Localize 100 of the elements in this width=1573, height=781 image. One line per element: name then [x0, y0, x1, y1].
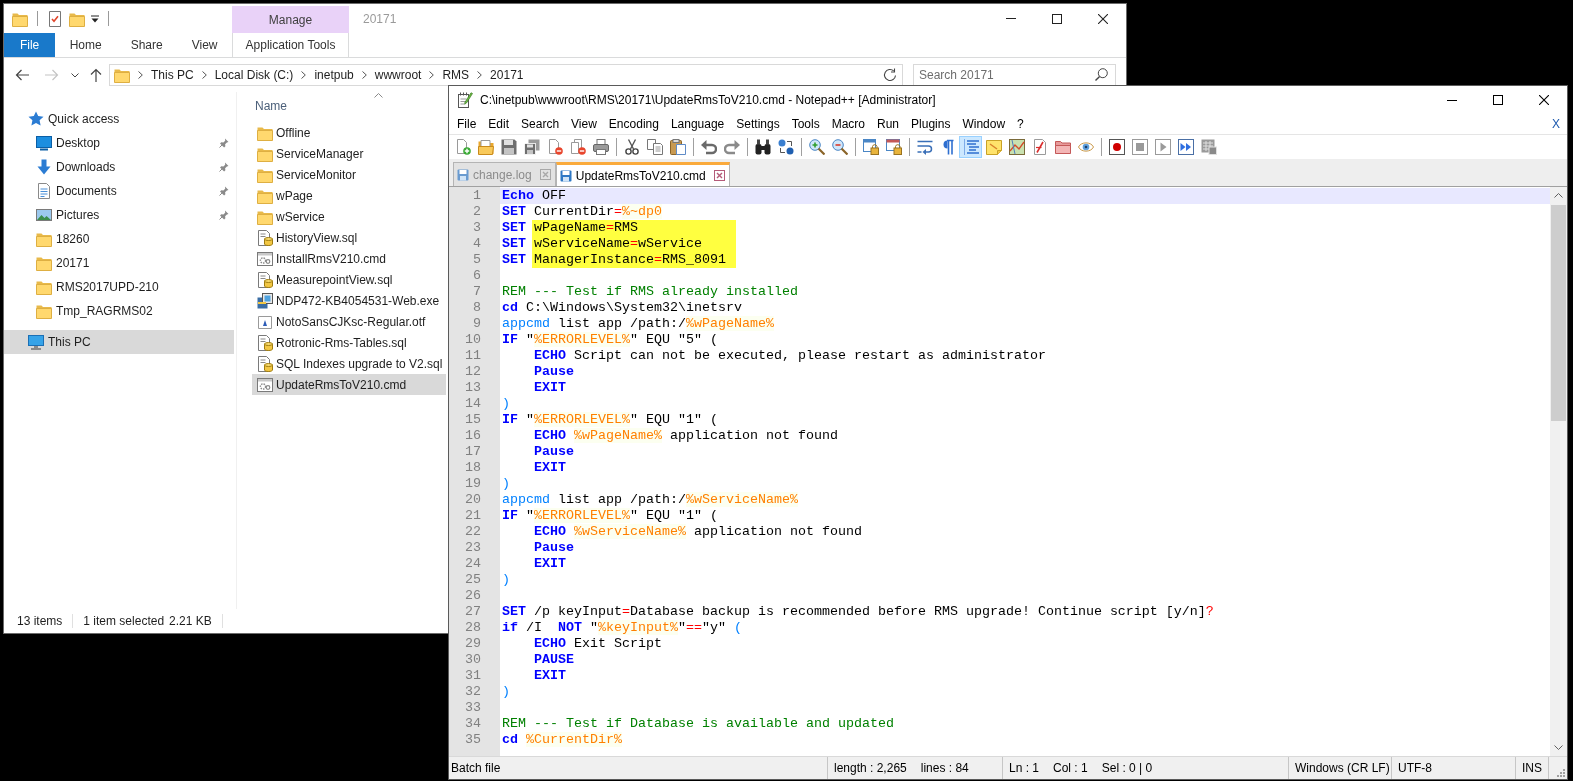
code-line: cd %CurrentDir% [502, 732, 622, 748]
sidebar-item[interactable]: Pictures [4, 203, 234, 227]
chevron-down-icon[interactable] [70, 72, 79, 78]
list-item[interactable]: ServiceMonitor [252, 164, 446, 185]
breadcrumb-item[interactable]: RMS [442, 68, 470, 82]
window-title: 20171 [363, 11, 397, 26]
menu-item[interactable]: Language [664, 114, 731, 134]
printer-icon [592, 139, 609, 155]
line-number: 34 [465, 716, 481, 732]
ribbon-tab[interactable]: File [4, 33, 56, 57]
list-item[interactable]: wService [252, 206, 446, 227]
line-number: 29 [465, 636, 481, 652]
menu-item[interactable]: Window [956, 114, 1012, 134]
breadcrumb-item[interactable]: 20171 [490, 68, 524, 82]
ribbon-tab[interactable]: Home [55, 33, 117, 57]
menu-item[interactable]: Encoding [602, 114, 665, 134]
list-item[interactable]: NotoSansCJKsc-Regular.otf [252, 311, 446, 332]
sidebar-item[interactable]: RMS2017UPD-210 [4, 275, 234, 299]
document-tab[interactable]: UpdateRmsToV210.cmd [555, 162, 730, 186]
list-item[interactable]: NDP472-KB4054531-Web.exe [252, 290, 446, 311]
menu-item[interactable]: File [451, 114, 483, 134]
line-number: 11 [465, 348, 481, 364]
close-document-button[interactable]: X [1550, 117, 1562, 131]
menu-item[interactable]: ? [1011, 114, 1030, 134]
window-lock-icon [885, 139, 902, 155]
up-arrow-icon[interactable] [89, 68, 102, 82]
chevron-right-icon[interactable] [361, 71, 367, 79]
line-number: 17 [465, 444, 481, 460]
fast-forward-icon [1177, 139, 1194, 155]
line-number: 33 [465, 700, 481, 716]
list-item[interactable]: ServiceManager [252, 143, 446, 164]
notepad-icon [457, 92, 473, 108]
chevron-right-icon[interactable] [201, 71, 207, 79]
refresh-icon[interactable] [883, 68, 897, 82]
code-line: ) [502, 396, 510, 412]
list-item[interactable]: wPage [252, 185, 446, 206]
sidebar-item[interactable]: Downloads [4, 155, 234, 179]
ribbon-tab[interactable]: View [177, 33, 232, 57]
pages-minus-icon [569, 139, 586, 155]
scrollbar-thumb[interactable] [1551, 205, 1566, 421]
menu-item[interactable]: View [565, 114, 603, 134]
chevron-right-icon[interactable] [429, 71, 435, 79]
column-header[interactable]: Name [252, 92, 446, 117]
context-group-label: Manage [232, 6, 349, 33]
ribbon-tab[interactable]: Application Tools [232, 33, 349, 57]
chevron-right-icon[interactable] [138, 71, 143, 79]
list-item[interactable]: InstallRmsV210.cmd [252, 248, 446, 269]
play-icon [1154, 139, 1171, 155]
code-line: Echo OFF [502, 188, 566, 204]
list-item[interactable]: MeasurepointView.sql [252, 269, 446, 290]
swap-arrows-icon [777, 139, 794, 155]
page-minus-icon [546, 139, 563, 155]
search-field[interactable]: Search 20171 [913, 64, 1116, 86]
chevron-right-icon[interactable] [301, 71, 307, 79]
sidebar-item[interactable]: 18260 [4, 227, 234, 251]
window-title: C:\inetpub\wwwroot\RMS\20171\UpdateRmsToV210.cmd - Notepad++ [Administrator] [480, 93, 936, 107]
list-item[interactable]: Offline [252, 122, 446, 143]
menu-item[interactable]: Run [871, 114, 906, 134]
folder-icon [114, 67, 130, 83]
code-line: EXIT [534, 460, 566, 476]
database-file-icon [257, 271, 273, 288]
menu-item[interactable]: Search [515, 114, 566, 134]
menu-item[interactable]: Settings [730, 114, 786, 134]
menu-item[interactable]: Plugins [905, 114, 957, 134]
list-item[interactable]: Rotronic-Rms-Tables.sql [252, 332, 446, 353]
dropdown-arrow-icon[interactable] [91, 14, 99, 23]
computer-icon [28, 334, 44, 350]
sidebar-item[interactable]: Tmp_RAGRMS02 [4, 299, 234, 323]
folder-icon [36, 303, 52, 319]
close-icon[interactable] [713, 170, 725, 181]
breadcrumb-item[interactable]: Local Disk (C:) [214, 68, 294, 82]
line-number: 10 [465, 332, 481, 348]
checklist-icon[interactable] [47, 10, 63, 27]
menu-item[interactable]: Macro [825, 114, 871, 134]
line-number: 18 [465, 460, 481, 476]
line-number: 9 [473, 316, 481, 332]
undo-icon [700, 139, 717, 155]
list-item[interactable]: UpdateRmsToV210.cmd [252, 374, 446, 395]
sidebar-item[interactable]: This PC [4, 330, 234, 354]
breadcrumb-item[interactable]: wwwroot [374, 68, 422, 82]
sidebar-item[interactable]: Documents [4, 179, 234, 203]
sidebar-item[interactable]: Quick access [4, 107, 234, 131]
picture-icon [36, 207, 52, 223]
sidebar-item[interactable]: Desktop [4, 131, 234, 155]
code-line: if /I NOT "%keyInput%"=="y" ( [502, 620, 742, 636]
status-text: Ln : 1 [1009, 761, 1040, 775]
back-arrow-icon[interactable] [15, 69, 29, 81]
chevron-right-icon[interactable] [477, 71, 483, 79]
gear-window-icon [257, 376, 273, 393]
list-item[interactable]: SQL Indexes upgrade to V2.sql [252, 353, 446, 374]
ribbon-tab[interactable]: Share [116, 33, 178, 57]
breadcrumb-item[interactable]: This PC [151, 68, 194, 82]
map-icon [1008, 139, 1025, 155]
list-item[interactable]: HistoryView.sql [252, 227, 446, 248]
sidebar-item[interactable]: 20171 [4, 251, 234, 275]
breadcrumb-item[interactable]: inetpub [314, 68, 354, 82]
page-slash-icon [1031, 139, 1048, 155]
stop-icon [1131, 139, 1148, 155]
menu-item[interactable]: Edit [482, 114, 516, 134]
menu-item[interactable]: Tools [785, 114, 826, 134]
